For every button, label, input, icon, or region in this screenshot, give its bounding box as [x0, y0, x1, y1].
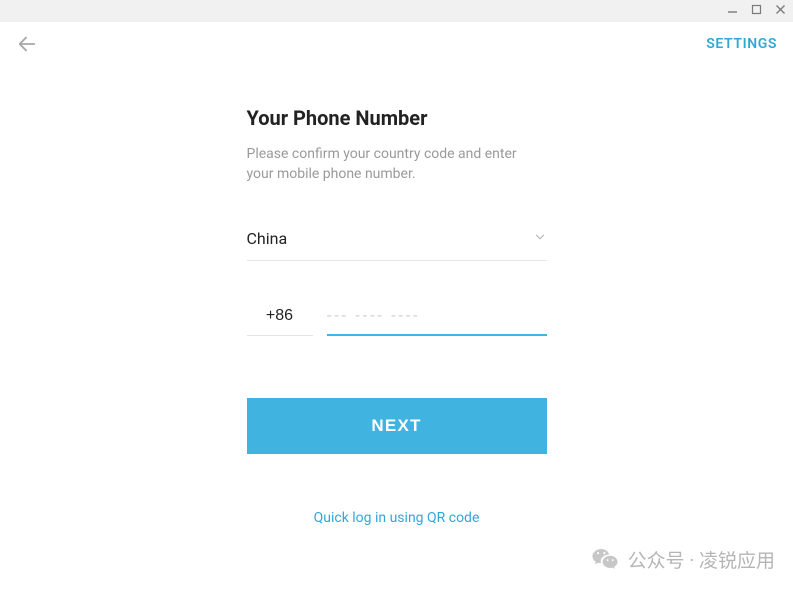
country-code-field-wrap — [247, 305, 313, 336]
topbar: SETTINGS — [0, 22, 793, 66]
phone-field-wrap — [327, 305, 547, 336]
next-button[interactable]: NEXT — [247, 398, 547, 454]
watermark-text: 公众号 · 凌锐应用 — [628, 546, 775, 573]
back-button[interactable] — [16, 33, 38, 55]
close-button[interactable] — [773, 4, 787, 18]
window-titlebar — [0, 0, 793, 22]
phone-row — [247, 305, 547, 336]
phone-number-input[interactable] — [327, 307, 547, 325]
wechat-icon — [590, 544, 620, 574]
country-selected-label: China — [247, 229, 288, 248]
watermark: 公众号 · 凌锐应用 — [590, 544, 775, 574]
minimize-button[interactable] — [725, 4, 739, 18]
qr-login-link[interactable]: Quick log in using QR code — [247, 510, 547, 526]
login-form: Your Phone Number Please confirm your co… — [247, 106, 547, 526]
country-select[interactable]: China — [247, 229, 547, 261]
chevron-down-icon — [533, 229, 547, 248]
arrow-left-icon — [16, 33, 38, 55]
page-title: Your Phone Number — [247, 106, 547, 130]
page-subtitle: Please confirm your country code and ent… — [247, 144, 547, 185]
maximize-button[interactable] — [749, 4, 763, 18]
country-code-input[interactable] — [247, 307, 313, 325]
settings-link[interactable]: SETTINGS — [706, 36, 777, 52]
